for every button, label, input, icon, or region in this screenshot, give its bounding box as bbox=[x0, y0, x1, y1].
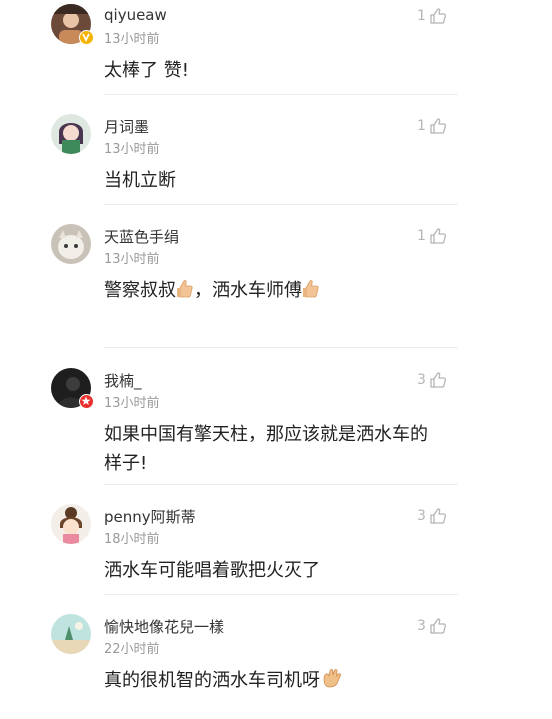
avatar[interactable] bbox=[51, 614, 91, 654]
like-button[interactable]: 3 bbox=[417, 616, 447, 636]
verified-badge-icon bbox=[79, 30, 94, 45]
comment-timestamp: 13小时前 bbox=[104, 396, 160, 411]
comment-text: 太棒了 赞! bbox=[104, 60, 189, 81]
avatar[interactable] bbox=[51, 224, 91, 264]
thumbs-up-icon bbox=[430, 8, 446, 24]
like-button[interactable]: 1 bbox=[417, 116, 447, 136]
avatar[interactable] bbox=[51, 114, 91, 154]
like-count: 1 bbox=[417, 118, 426, 134]
comment-timestamp: 22小时前 bbox=[104, 642, 160, 657]
comment-text-line: 如果中国有擎天柱，那应该就是洒水车的 bbox=[104, 424, 428, 445]
comment-text: 洒水车可能唱着歌把火灭了 bbox=[104, 560, 320, 581]
comment-username[interactable]: 愉快地像花兒一樣 bbox=[104, 616, 224, 637]
thumbs-up-icon bbox=[430, 228, 446, 244]
comment-text-line: 样子! bbox=[104, 453, 148, 474]
comment-username[interactable]: 我楠_ bbox=[104, 370, 142, 391]
divider bbox=[104, 594, 458, 595]
like-button[interactable]: 1 bbox=[417, 6, 447, 26]
thumbs-up-icon bbox=[430, 372, 446, 388]
thumbs-up-icon bbox=[430, 508, 446, 524]
like-count: 3 bbox=[417, 618, 426, 634]
clapping-hands-emoji-icon bbox=[323, 669, 341, 688]
comment-text-part: ，洒水车师傅 bbox=[194, 280, 302, 301]
thumbs-up-icon bbox=[430, 618, 446, 634]
avatar[interactable] bbox=[51, 504, 91, 544]
comment-text: 当机立断 bbox=[104, 170, 176, 191]
divider bbox=[104, 484, 458, 485]
comment-timestamp: 18小时前 bbox=[104, 532, 160, 547]
comment-username[interactable]: 月词墨 bbox=[104, 116, 149, 137]
comment-text-part: 警察叔叔 bbox=[104, 280, 176, 301]
like-button[interactable]: 3 bbox=[417, 370, 447, 390]
comment-text: 真的很机智的洒水车司机呀 bbox=[104, 666, 464, 695]
divider bbox=[104, 204, 458, 205]
comment-text: 警察叔叔 ，洒水车师傅 bbox=[104, 276, 464, 305]
red-star-badge-icon bbox=[79, 394, 94, 409]
divider bbox=[104, 347, 458, 348]
thumbs-up-emoji-icon bbox=[303, 280, 319, 298]
comment-username[interactable]: penny阿斯蒂 bbox=[104, 506, 196, 527]
comment-text: 如果中国有擎天柱，那应该就是洒水车的 样子! bbox=[104, 420, 484, 478]
like-button[interactable]: 3 bbox=[417, 506, 447, 526]
comment-text-part: 真的很机智的洒水车司机呀 bbox=[104, 670, 320, 691]
like-count: 1 bbox=[417, 228, 426, 244]
comment-timestamp: 13小时前 bbox=[104, 252, 160, 267]
thumbs-up-icon bbox=[430, 118, 446, 134]
comment-username[interactable]: qiyueaw bbox=[104, 6, 167, 24]
comment-timestamp: 13小时前 bbox=[104, 142, 160, 157]
like-count: 3 bbox=[417, 372, 426, 388]
like-count: 1 bbox=[417, 8, 426, 24]
like-button[interactable]: 1 bbox=[417, 226, 447, 246]
thumbs-up-emoji-icon bbox=[177, 280, 193, 298]
comment-timestamp: 13小时前 bbox=[104, 32, 160, 47]
comment-username[interactable]: 天蓝色手绢 bbox=[104, 226, 179, 247]
divider bbox=[104, 94, 458, 95]
like-count: 3 bbox=[417, 508, 426, 524]
